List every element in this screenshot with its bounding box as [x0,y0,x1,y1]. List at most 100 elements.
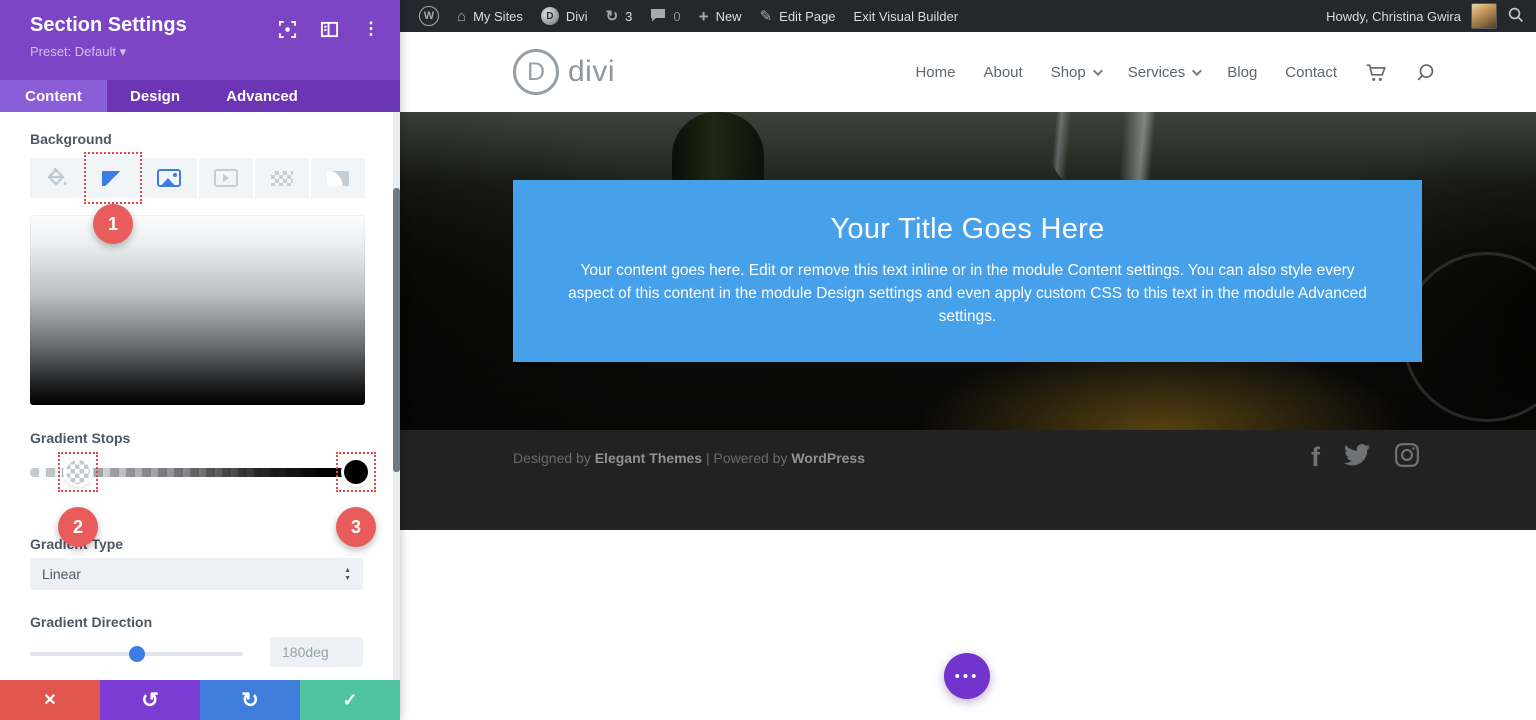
video-icon [213,169,238,187]
background-video-button[interactable] [198,158,253,198]
panel-scrollbar-thumb[interactable] [393,188,400,472]
annotation-badge-2: 2 [58,507,98,547]
gradient-direction-slider-handle[interactable] [129,646,145,662]
admin-search-icon[interactable] [1507,6,1524,26]
panel-header-icons: ⋮ [276,0,382,58]
annotation-badge-3: 3 [336,507,376,547]
new-content-menu[interactable]: + New [690,0,751,32]
chevron-down-icon [1092,65,1103,76]
nav-item-contact[interactable]: Contact [1285,64,1337,81]
nav-item-about[interactable]: About [983,64,1022,81]
page-preview: W ⌂ My Sites D Divi ↻ 3 0 + New ✎ Edit P… [400,0,1536,720]
check-icon: ✓ [342,689,358,710]
updates-menu[interactable]: ↻ 3 [597,0,642,32]
background-color-button[interactable] [30,158,85,198]
footer-social-icons: f [1311,442,1420,473]
preset-selector[interactable]: Preset: Default ▾ [30,44,126,60]
separator: | [705,450,710,466]
redo-icon: ↻ [241,688,259,712]
site-search-icon[interactable] [1415,62,1436,83]
nav-label: Home [915,63,956,81]
focus-mode-icon[interactable] [276,18,298,40]
divi-visual-builder: W ⌂ My Sites D Divi ↻ 3 0 + New ✎ Edit P… [0,0,1536,720]
hero-text-module[interactable]: Your Title Goes Here Your content goes h… [513,180,1422,362]
redo-button[interactable]: ↻ [200,680,300,720]
divi-menu[interactable]: D Divi [532,0,597,32]
section-options-button[interactable]: ••• [944,653,990,699]
save-button[interactable]: ✓ [300,680,400,720]
hero-photo-glass [1048,112,1180,190]
my-sites-icon: ⌂ [457,7,467,25]
paint-bucket-icon [46,168,68,188]
annotation-badge-1: 1 [93,204,133,244]
gradient-direction-input[interactable] [270,637,363,667]
tab-advanced[interactable]: Advanced [203,80,321,112]
admin-bar-left-group: W ⌂ My Sites D Divi ↻ 3 0 + New ✎ Edit P… [400,0,967,32]
site-footer: Designed by Elegant Themes | Powered by … [400,430,1536,530]
instagram-icon[interactable] [1394,442,1420,473]
powered-by-text: Powered by [713,450,788,466]
annotation-outline-gradient-icon [84,152,142,204]
cart-icon[interactable] [1365,62,1387,83]
pattern-icon [270,170,293,186]
site-logo-text: divi [568,55,616,88]
gradient-type-select[interactable]: Linear ▲ ▼ [30,558,363,590]
new-label: New [715,8,742,24]
annotation-outline-left-stop [58,452,98,492]
nav-item-blog[interactable]: Blog [1227,64,1257,81]
more-options-icon[interactable]: ⋮ [360,18,382,40]
exit-visual-builder-button[interactable]: Exit Visual Builder [845,0,968,32]
comments-menu[interactable]: 0 [641,0,689,32]
annotation-outline-right-stop [336,452,376,492]
designed-by-text: Designed by [513,450,591,466]
hero-body: Your content goes here. Edit or remove t… [568,262,1367,325]
background-pattern-button[interactable] [254,158,309,198]
my-sites-label: My Sites [473,8,523,24]
background-image-button[interactable] [142,158,197,198]
comments-icon [650,8,666,25]
hero-photo-backsplash [400,112,1536,182]
gradient-direction-control [30,637,365,671]
panel-tabs: Content Design Advanced [0,80,400,112]
site-logo[interactable]: D divi [513,32,615,112]
nav-label: About [983,63,1023,81]
panel-body: Background 1 Gradient Stops 2 3 Gradient… [0,112,400,680]
howdy-label[interactable]: Howdy, Christina Gwira [1326,9,1461,24]
nav-item-home[interactable]: Home [915,64,955,81]
image-icon [157,169,182,187]
exit-visual-builder-label: Exit Visual Builder [853,8,959,24]
nav-label: Blog [1227,63,1258,81]
twitter-icon[interactable] [1344,444,1370,471]
mask-icon [326,170,349,186]
undo-icon: ↺ [141,688,159,712]
nav-item-services[interactable]: Services [1127,63,1203,81]
undo-button[interactable]: ↺ [100,680,200,720]
site-nav: Home About Shop Services Blog Contact [915,32,1436,112]
facebook-icon[interactable]: f [1311,444,1320,471]
site-header: D divi Home About Shop Services Blog Con… [400,32,1536,112]
preset-label: Preset: Default [30,44,116,59]
divi-menu-label: Divi [565,8,588,24]
nav-item-shop[interactable]: Shop [1051,64,1103,81]
background-mask-button[interactable] [310,158,366,198]
select-arrows-icon: ▲ ▼ [344,566,351,582]
background-type-switcher [30,158,366,198]
gradient-preview-swatch[interactable] [30,215,365,405]
section-settings-panel: Section Settings Preset: Default ▾ ⋮ Con… [0,0,400,720]
nav-label: Services [1127,63,1186,81]
wp-logo-menu[interactable]: W [410,0,448,32]
elegant-themes-link[interactable]: Elegant Themes [595,450,702,466]
updates-count: 3 [625,8,633,24]
wordpress-logo-icon: W [419,6,439,26]
hero-section: Your Title Goes Here Your content goes h… [400,112,1536,430]
edit-page-menu[interactable]: ✎ Edit Page [751,0,845,32]
discard-button[interactable]: ✕ [0,680,100,720]
tab-content[interactable]: Content [0,80,107,112]
wordpress-link[interactable]: WordPress [791,450,865,466]
wp-admin-bar: W ⌂ My Sites D Divi ↻ 3 0 + New ✎ Edit P… [400,0,1536,32]
caret-down-icon: ▾ [119,44,127,59]
tab-design[interactable]: Design [107,80,203,112]
my-sites-menu[interactable]: ⌂ My Sites [448,0,532,32]
user-avatar[interactable] [1471,3,1497,29]
panel-layout-icon[interactable] [318,18,340,40]
